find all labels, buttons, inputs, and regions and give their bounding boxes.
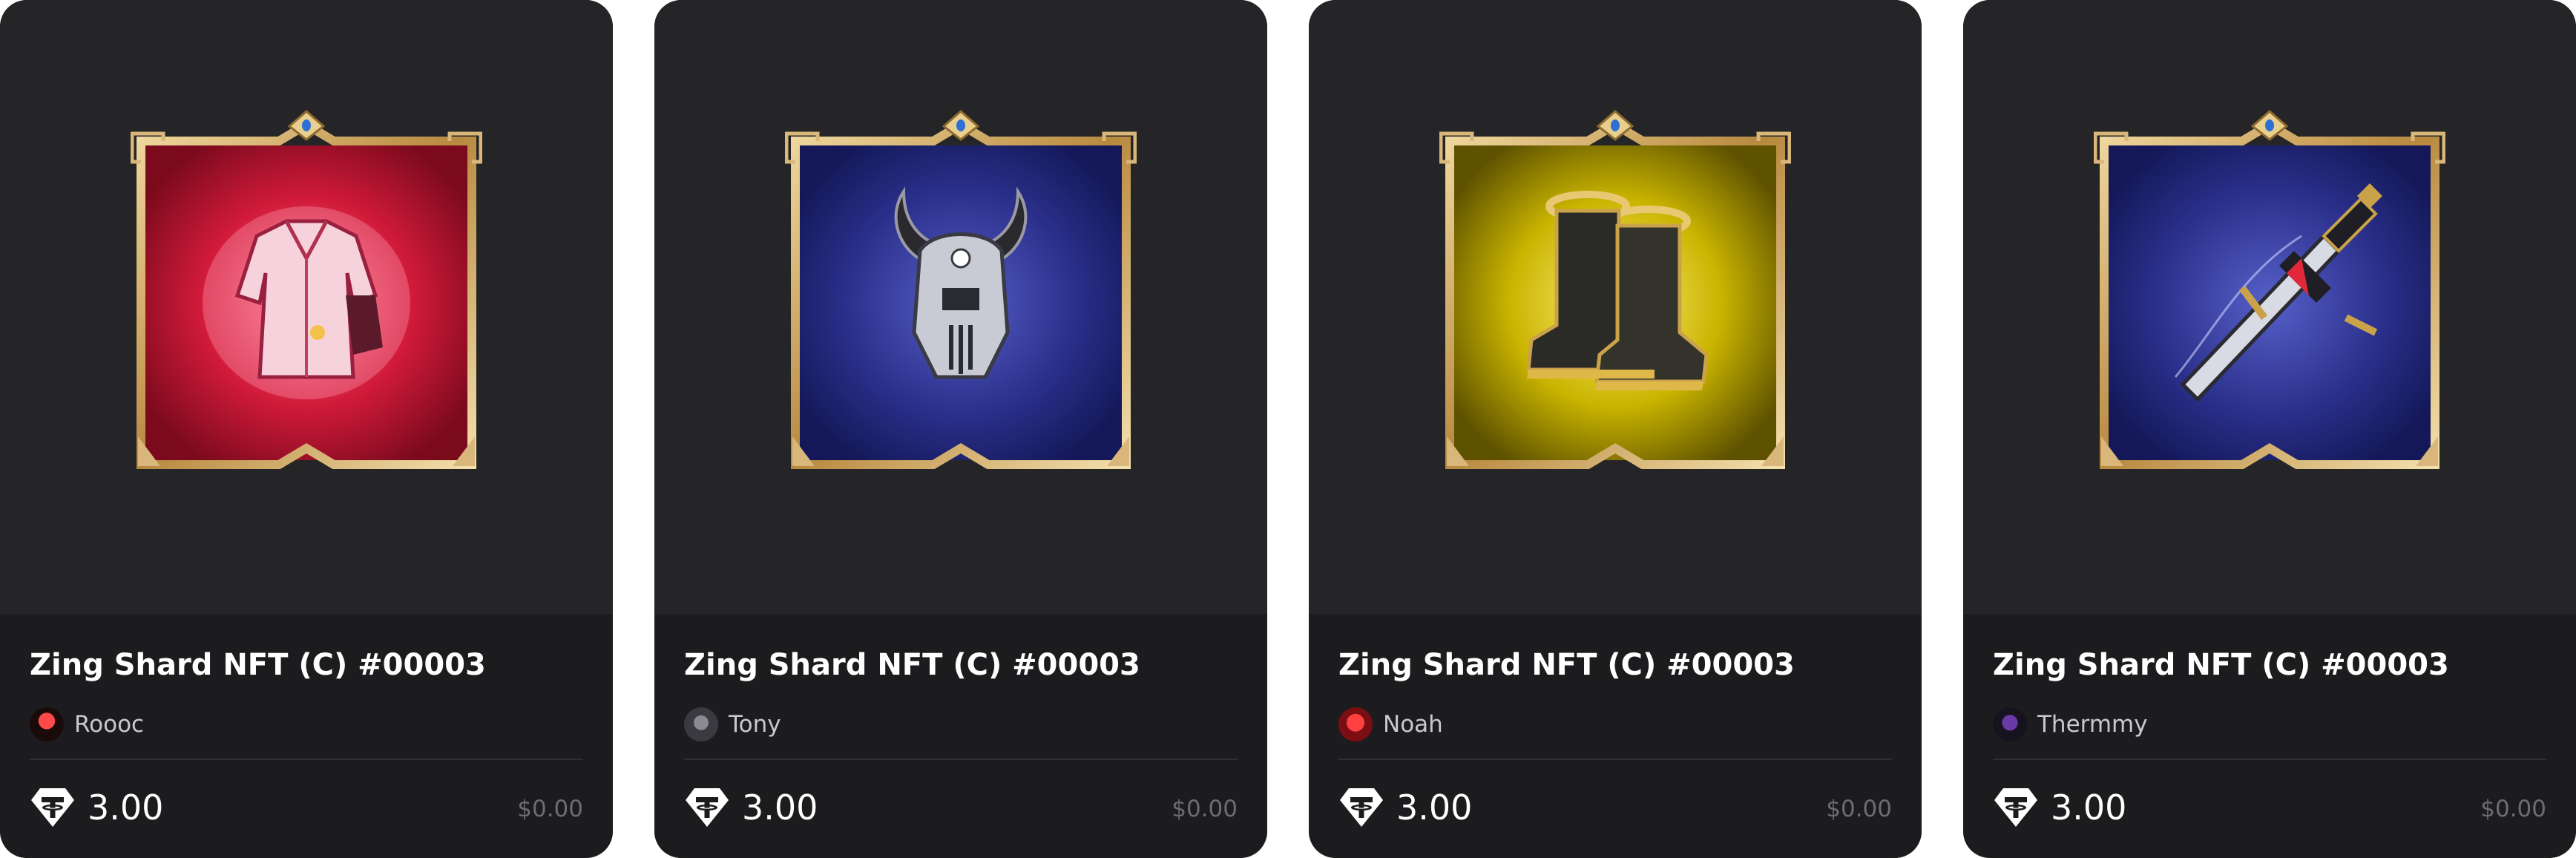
nft-title[interactable]: Zing Shard NFT (C) #00003	[30, 644, 486, 686]
nft-card[interactable]: Zing Shard NFT (C) #00003 Tony 3.00 $0.0…	[654, 0, 1267, 858]
nft-media[interactable]	[1309, 0, 1922, 615]
nft-media[interactable]	[0, 0, 613, 615]
owner-name: Noah	[1383, 711, 1443, 738]
price: 3.00	[88, 787, 164, 828]
usd-price: $0.00	[517, 796, 583, 822]
usd-price: $0.00	[1172, 796, 1238, 822]
owner[interactable]: Thermmy	[1993, 705, 2148, 744]
divider	[1993, 759, 2546, 760]
owner[interactable]: Noah	[1338, 705, 1443, 744]
owner-name: Roooc	[74, 711, 145, 738]
price: 3.00	[742, 787, 818, 828]
price-row: 3.00 $0.00	[1338, 781, 1892, 834]
avatar	[1993, 707, 2027, 741]
price: 3.00	[1396, 787, 1473, 828]
item-frame	[785, 110, 1137, 478]
nft-title[interactable]: Zing Shard NFT (C) #00003	[1338, 644, 1795, 686]
divider	[684, 759, 1238, 760]
usd-price: $0.00	[2480, 796, 2546, 822]
price-row: 3.00 $0.00	[30, 781, 583, 834]
item-frame	[131, 110, 482, 478]
price: 3.00	[2051, 787, 2127, 828]
nft-title[interactable]: Zing Shard NFT (C) #00003	[684, 644, 1140, 686]
price-row: 3.00 $0.00	[684, 781, 1238, 834]
owner[interactable]: Tony	[684, 705, 781, 744]
divider	[30, 759, 583, 760]
robe-icon	[203, 206, 410, 399]
nft-card-grid: Zing Shard NFT (C) #00003 Roooc 3.00 $0.…	[0, 0, 2576, 858]
usd-price: $0.00	[1826, 796, 1892, 822]
nft-media[interactable]	[654, 0, 1267, 615]
avatar	[684, 707, 718, 741]
nft-title[interactable]: Zing Shard NFT (C) #00003	[1993, 644, 2449, 686]
item-frame	[1439, 110, 1791, 478]
item-frame	[2094, 110, 2445, 478]
owner-name: Tony	[729, 711, 781, 738]
avatar	[30, 707, 64, 741]
avatar	[1338, 707, 1373, 741]
price-row: 3.00 $0.00	[1993, 781, 2546, 834]
nft-media[interactable]	[1963, 0, 2576, 615]
owner[interactable]: Roooc	[30, 705, 144, 744]
tether-gem-icon	[1340, 788, 1383, 827]
tether-gem-icon	[686, 788, 729, 827]
owner-name: Thermmy	[2037, 711, 2148, 738]
nft-card[interactable]: Zing Shard NFT (C) #00003 Noah 3.00 $0.0…	[1309, 0, 1922, 858]
divider	[1338, 759, 1892, 760]
nft-card[interactable]: Zing Shard NFT (C) #00003 Thermmy 3.00 $…	[1963, 0, 2576, 858]
tether-gem-icon	[31, 788, 74, 827]
tether-gem-icon	[1994, 788, 2037, 827]
nft-card[interactable]: Zing Shard NFT (C) #00003 Roooc 3.00 $0.…	[0, 0, 613, 858]
